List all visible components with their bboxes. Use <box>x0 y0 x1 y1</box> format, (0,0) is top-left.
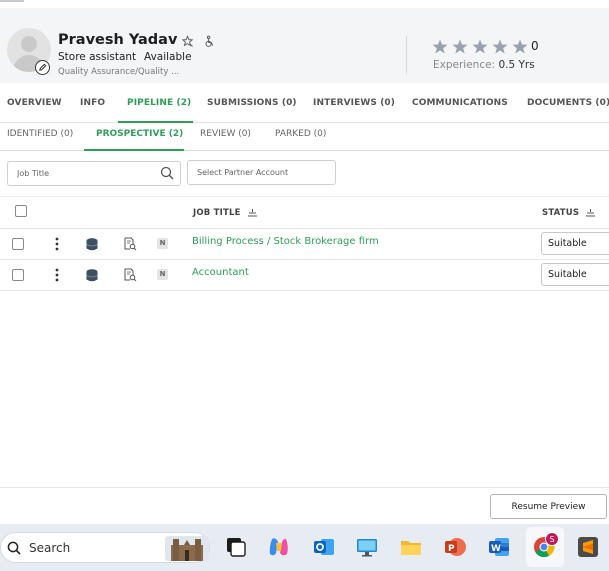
job-title-link[interactable]: Billing Process / Stock Brokerage firm <box>192 236 379 247</box>
experience: Experience: 0.5 Yrs <box>433 59 535 71</box>
taskbar-search[interactable]: Search <box>0 532 210 563</box>
taskbar-search-label: Search <box>29 541 71 555</box>
more-actions-icon[interactable] <box>55 237 59 251</box>
header-divider <box>406 36 407 74</box>
column-job-title[interactable]: JOB TITLE <box>193 208 257 218</box>
more-actions-icon[interactable] <box>55 268 59 282</box>
rating-stars[interactable] <box>432 39 528 54</box>
tab-documents[interactable]: DOCUMENTS (0) <box>527 98 609 108</box>
chrome-badge-text: S <box>549 535 554 544</box>
column-status[interactable]: STATUS <box>542 208 596 218</box>
job-title-search-input[interactable] <box>7 161 181 186</box>
subtab-parked[interactable]: PARKED (0) <box>275 129 326 139</box>
tab-overview[interactable]: OVERVIEW <box>7 98 62 108</box>
edit-avatar-icon[interactable] <box>35 60 50 75</box>
document-search-icon[interactable] <box>123 268 137 282</box>
star-outline-icon[interactable] <box>181 33 194 47</box>
word-icon[interactable]: W <box>487 535 511 559</box>
chrome-profile-badge: S <box>545 532 559 546</box>
document-search-icon[interactable] <box>123 237 137 251</box>
column-job-title-label: JOB TITLE <box>193 208 241 218</box>
star-icon[interactable] <box>432 39 448 54</box>
cathedral-image-icon <box>165 536 209 561</box>
candidate-name: Pravesh Yadav <box>58 32 178 48</box>
database-icon[interactable] <box>86 238 98 251</box>
footer-bar: Resume Preview <box>0 487 609 524</box>
rating-count: 0 <box>531 39 539 53</box>
sublime-text-icon[interactable] <box>576 535 600 559</box>
avatar-head <box>21 36 37 52</box>
table-row: N Accountant Suitable <box>0 260 609 291</box>
partner-account-select[interactable] <box>187 160 336 185</box>
subtab-review[interactable]: REVIEW (0) <box>200 129 251 139</box>
star-icon[interactable] <box>452 39 468 54</box>
top-strip <box>0 0 609 8</box>
svg-text:P: P <box>448 544 455 554</box>
column-status-label: STATUS <box>542 208 580 218</box>
copilot-icon[interactable] <box>267 535 291 559</box>
row-checkbox[interactable] <box>12 269 24 281</box>
n-badge: N <box>157 238 168 249</box>
star-icon[interactable] <box>512 39 528 54</box>
taskbar: Search P W S <box>0 524 609 571</box>
candidate-role: Store assistant <box>58 51 137 63</box>
status-select[interactable]: Suitable <box>541 232 609 255</box>
pipeline-sub-tabs: IDENTIFIED (0) PROSPECTIVE (2) REVIEW (0… <box>0 123 609 151</box>
name-icons <box>181 33 216 47</box>
star-icon[interactable] <box>492 39 508 54</box>
candidate-department: Quality Assurance/Quality ... <box>58 67 180 77</box>
outlook-icon[interactable] <box>312 535 336 559</box>
availability-status: Available <box>144 51 192 63</box>
main-tabs: OVERVIEW INFO PIPELINE (2) SUBMISSIONS (… <box>0 83 609 123</box>
n-badge: N <box>157 269 168 280</box>
tab-pipeline[interactable]: PIPELINE (2) <box>127 98 191 108</box>
tab-info[interactable]: INFO <box>80 98 105 108</box>
tab-interviews[interactable]: INTERVIEWS (0) <box>313 98 395 108</box>
resume-preview-button[interactable]: Resume Preview <box>490 494 607 519</box>
top-strip-nub <box>0 0 24 2</box>
table-header: JOB TITLE STATUS <box>0 196 609 229</box>
tab-submissions[interactable]: SUBMISSIONS (0) <box>207 98 297 108</box>
sort-icon[interactable] <box>586 208 596 217</box>
status-select[interactable]: Suitable <box>541 263 609 286</box>
candidate-header: Pravesh Yadav Store assistant Available … <box>0 8 609 83</box>
subtab-identified[interactable]: IDENTIFIED (0) <box>7 129 73 139</box>
task-view-icon[interactable] <box>224 535 248 559</box>
accessibility-icon[interactable] <box>203 33 216 47</box>
search-icon <box>7 541 21 555</box>
experience-value: 0.5 Yrs <box>498 59 535 71</box>
job-title-link[interactable]: Accountant <box>192 267 249 278</box>
table-row: N Billing Process / Stock Brokerage firm… <box>0 229 609 260</box>
tab-communications[interactable]: COMMUNICATIONS <box>412 98 508 108</box>
row-checkbox[interactable] <box>12 238 24 250</box>
svg-text:W: W <box>491 544 501 554</box>
powerpoint-icon[interactable]: P <box>443 535 467 559</box>
select-all-checkbox[interactable] <box>15 205 27 217</box>
search-icon[interactable] <box>160 166 174 180</box>
database-icon[interactable] <box>86 269 98 282</box>
active-subtab-indicator <box>84 149 184 151</box>
sort-icon[interactable] <box>247 208 257 217</box>
file-explorer-icon[interactable] <box>399 535 423 559</box>
subtab-prospective[interactable]: PROSPECTIVE (2) <box>96 129 183 139</box>
star-icon[interactable] <box>472 39 488 54</box>
experience-label: Experience: <box>433 59 496 71</box>
computer-icon[interactable] <box>355 535 379 559</box>
